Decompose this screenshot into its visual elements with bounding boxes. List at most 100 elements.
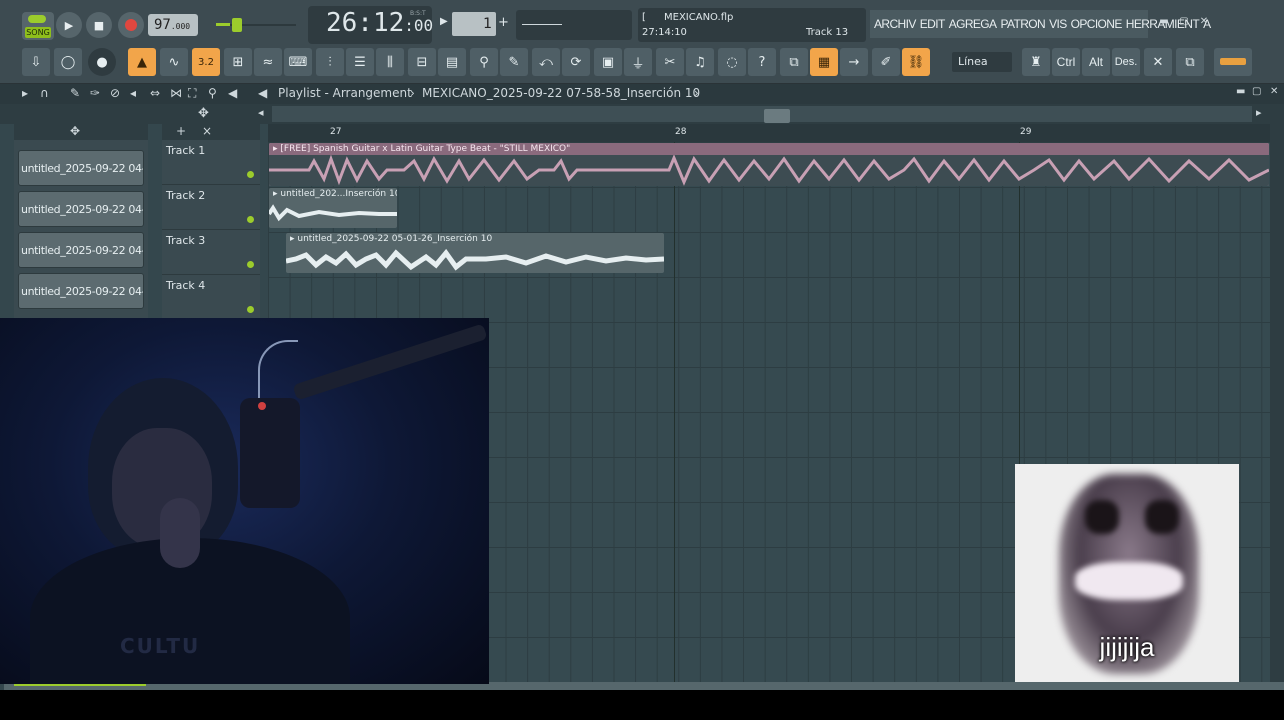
maximize-icon[interactable]: ▢ xyxy=(1178,16,1190,28)
pattern-picker-icon[interactable]: ✥ xyxy=(198,106,209,121)
track-active-led[interactable] xyxy=(247,261,254,268)
slice-tool-icon[interactable]: ⋈ xyxy=(170,86,182,100)
import-icon[interactable]: ⇩ xyxy=(22,48,50,76)
audio-clip[interactable]: ▸ [FREE] Spanish Guitar x Latin Guitar T… xyxy=(269,143,1269,186)
browser-clip-item[interactable]: untitled_2025-09-22 04-... xyxy=(18,273,144,309)
keyboard-icon[interactable]: ▦ xyxy=(810,48,838,76)
undo-icon[interactable]: ⤺ xyxy=(532,48,560,76)
link-icon[interactable]: ⛓ xyxy=(902,48,930,76)
scroll-left-icon[interactable]: ◂ xyxy=(258,106,264,119)
scroll-right-icon[interactable]: ▸ xyxy=(1256,106,1262,119)
overview-thumb[interactable] xyxy=(764,109,790,123)
browser-clip-item[interactable]: untitled_2025-09-22 04-... xyxy=(18,150,144,186)
stamp-icon[interactable]: ♜ xyxy=(1022,48,1050,76)
track-header[interactable]: Track 3 xyxy=(162,230,260,275)
track-header[interactable]: Track 1 xyxy=(162,140,260,185)
knob-icon[interactable]: ● xyxy=(88,48,116,76)
arrow-icon[interactable]: → xyxy=(840,48,868,76)
gradient-icon[interactable] xyxy=(1214,48,1252,76)
ctrl-button[interactable]: Ctrl xyxy=(1052,48,1080,76)
menu-vista[interactable]: VIS xyxy=(1049,17,1067,31)
minimize-icon[interactable]: ▬ xyxy=(1158,16,1170,28)
menu-agregar[interactable]: AGREGA xyxy=(949,17,997,31)
add-pattern-button[interactable]: + xyxy=(498,15,509,30)
browser-move-icon[interactable]: ✥ xyxy=(70,124,80,138)
browser-clip-item[interactable]: untitled_2025-09-22 04-... xyxy=(18,191,144,227)
channel-rack-icon[interactable]: ☰ xyxy=(346,48,374,76)
piano-roll-icon[interactable]: ⫼ xyxy=(376,48,404,76)
typing-icon[interactable]: ⌨ xyxy=(284,48,312,76)
slip-tool-icon[interactable]: ⇔ xyxy=(150,86,160,100)
mic-icon[interactable]: ♫ xyxy=(686,48,714,76)
plugin-icon[interactable]: ▤ xyxy=(438,48,466,76)
magnet-icon[interactable]: ∩ xyxy=(40,86,49,100)
blend-icon[interactable]: ≈ xyxy=(254,48,282,76)
song-position-display[interactable]: 26:12:00 B:S:T xyxy=(308,6,433,44)
menu-patron[interactable]: PATRON xyxy=(1000,17,1045,31)
horizontal-overview[interactable] xyxy=(272,106,1252,123)
track-header[interactable]: Track 4 xyxy=(162,275,260,320)
stop-button[interactable]: ■ xyxy=(86,12,112,38)
playlist-maximize-icon[interactable]: ▢ xyxy=(1252,86,1261,97)
brush-icon[interactable]: ✎ xyxy=(500,48,528,76)
plug-icon[interactable]: ⏚ xyxy=(624,48,652,76)
paint-tool-icon[interactable]: ✑ xyxy=(90,86,100,100)
delete-tool-icon[interactable]: ⊘ xyxy=(110,86,120,100)
metronome-icon[interactable]: ▲ xyxy=(128,48,156,76)
audio-clip[interactable]: ▸ untitled_202...Inserción 10 xyxy=(269,188,397,228)
bar-line xyxy=(674,142,675,690)
pattern-arrow-icon[interactable]: ▶ xyxy=(440,16,448,27)
browser-clip-item[interactable]: untitled_2025-09-22 04-... xyxy=(18,232,144,268)
waveform-icon[interactable]: ∿ xyxy=(160,48,188,76)
save-icon[interactable]: ▣ xyxy=(594,48,622,76)
pencil-tool-icon[interactable]: ✎ xyxy=(70,86,80,100)
track-active-led[interactable] xyxy=(247,216,254,223)
remove-track-icon[interactable]: × xyxy=(202,124,212,138)
add-track-icon[interactable]: + xyxy=(176,124,186,138)
menu-archivo[interactable]: ARCHIV xyxy=(874,17,916,31)
audio-clip[interactable]: ▸ untitled_2025-09-22 05-01-26_Inserción… xyxy=(286,233,664,273)
timeline-ruler[interactable]: 27 28 29 xyxy=(268,124,1270,142)
playlist-minimize-icon[interactable]: ▬ xyxy=(1236,86,1245,97)
snap-selector[interactable]: Línea xyxy=(952,52,1012,72)
menu-arrow-icon[interactable]: ▸ xyxy=(22,86,28,100)
step-icon[interactable]: ⊞ xyxy=(224,48,252,76)
loop-icon[interactable]: ◯ xyxy=(54,48,82,76)
menu-edit[interactable]: EDIT xyxy=(920,17,946,31)
counter-icon[interactable]: 3.2 xyxy=(192,48,220,76)
vertical-scrollbar[interactable] xyxy=(1270,124,1284,690)
playlist-icon[interactable]: ⚲ xyxy=(470,48,498,76)
song-mode-button[interactable]: SONG xyxy=(22,12,54,40)
speaker-icon[interactable]: ◀ xyxy=(258,86,267,100)
pencil-icon[interactable]: ✐ xyxy=(872,48,900,76)
play-button[interactable]: ▶ xyxy=(56,12,82,38)
browser-icon[interactable]: ⊟ xyxy=(408,48,436,76)
chat-icon[interactable]: ◌ xyxy=(718,48,746,76)
close-icon[interactable]: ✕ xyxy=(1198,16,1210,28)
playback-tool-icon[interactable]: ◀ xyxy=(228,86,237,100)
help-icon[interactable]: ? xyxy=(748,48,776,76)
render-icon[interactable]: ⟳ xyxy=(562,48,590,76)
pattern-selector[interactable]: ▶ 1 + xyxy=(440,12,512,36)
close-tool-icon[interactable]: ✕ xyxy=(1144,48,1172,76)
playlist-close-icon[interactable]: ✕ xyxy=(1270,86,1278,97)
track-active-led[interactable] xyxy=(247,306,254,313)
menu-opciones[interactable]: OPCIONE xyxy=(1071,17,1123,31)
detach-icon[interactable]: ⧉ xyxy=(780,48,808,76)
mute-tool-icon[interactable]: ◂ xyxy=(130,86,136,100)
track-active-led[interactable] xyxy=(247,171,254,178)
record-button[interactable] xyxy=(118,12,144,38)
pattern-number[interactable]: 1 xyxy=(452,12,496,36)
breadcrumb-arrow-icon[interactable]: › xyxy=(694,86,699,100)
copy-icon[interactable]: ⧉ xyxy=(1176,48,1204,76)
select-tool-icon[interactable]: ⛶ xyxy=(188,86,196,101)
tempo-display[interactable]: 97.000 xyxy=(148,14,198,36)
cut-icon[interactable]: ✂ xyxy=(656,48,684,76)
master-pitch-slider[interactable] xyxy=(216,18,296,32)
track-header[interactable]: Track 2 xyxy=(162,185,260,230)
des-button[interactable]: Des. xyxy=(1112,48,1140,76)
slider-handle[interactable] xyxy=(232,18,242,32)
mixer-icon[interactable]: ⫶ xyxy=(316,48,344,76)
zoom-tool-icon[interactable]: ⚲ xyxy=(208,86,217,100)
alt-button[interactable]: Alt xyxy=(1082,48,1110,76)
